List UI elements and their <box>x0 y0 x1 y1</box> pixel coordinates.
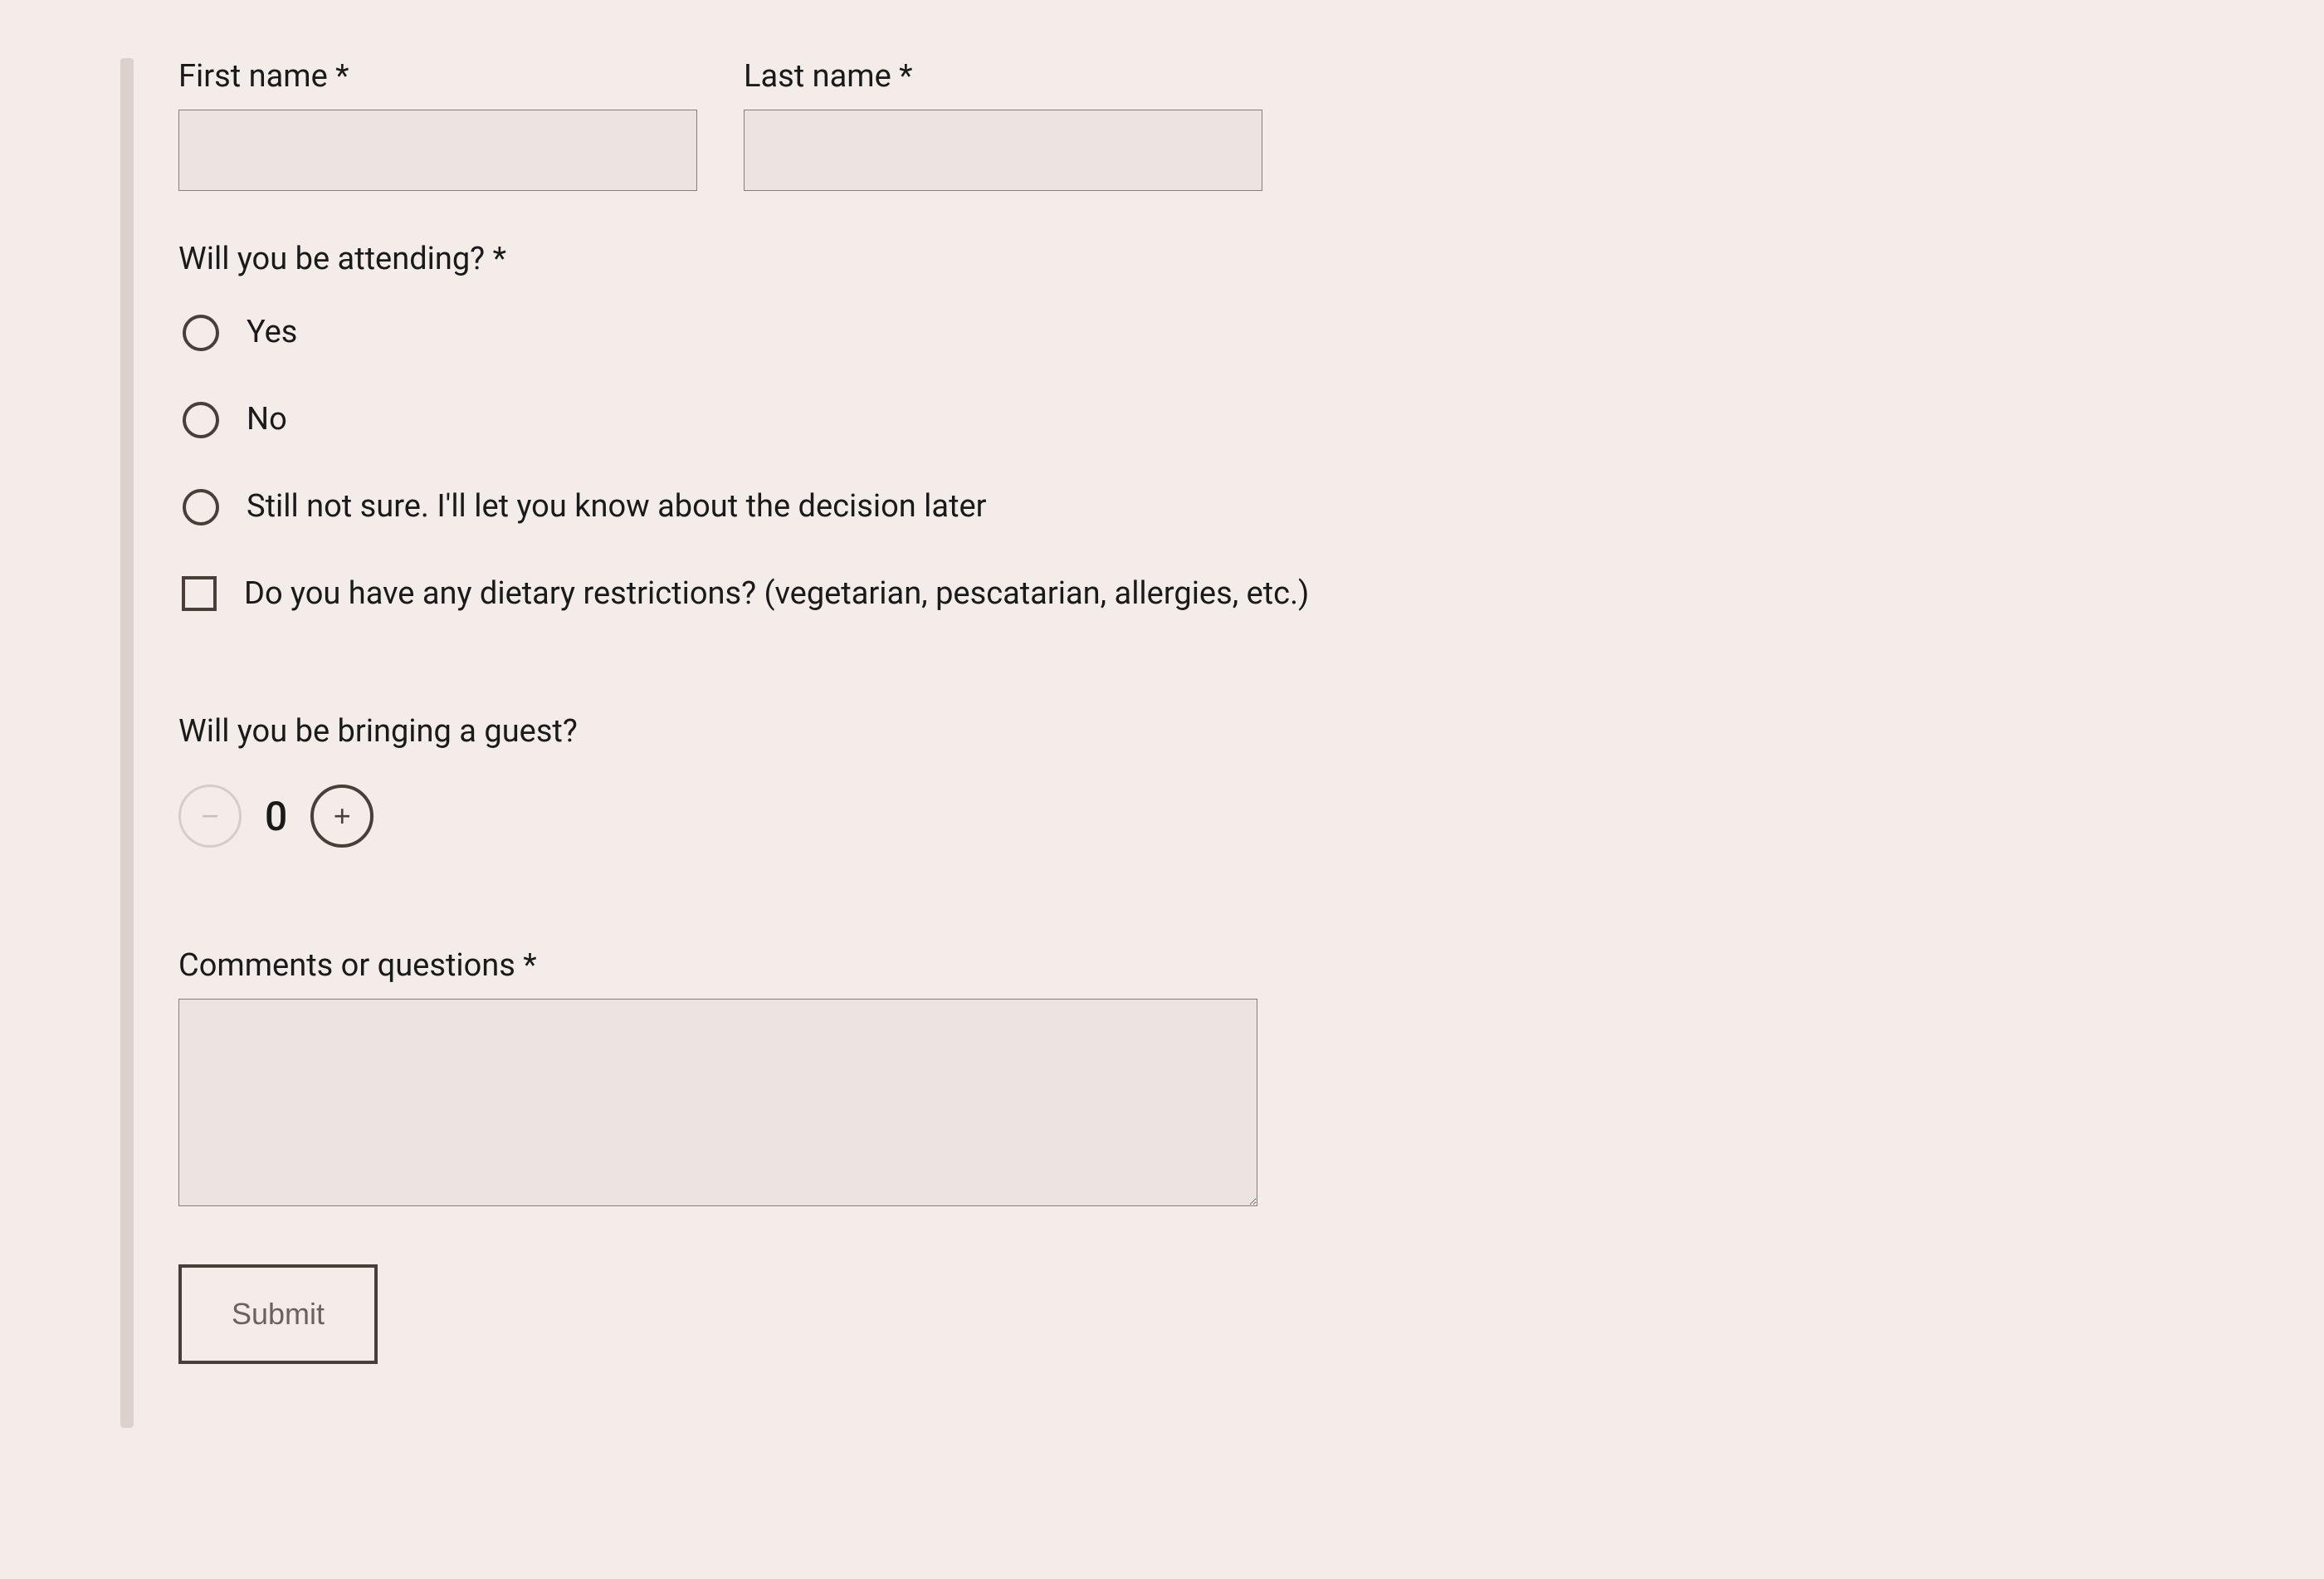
dietary-label: Do you have any dietary restrictions? (v… <box>244 575 1309 612</box>
name-row: First name * Last name * <box>178 58 2324 191</box>
first-name-label: First name * <box>178 58 697 95</box>
attending-section: Will you be attending? * Yes No Still no… <box>178 241 2324 526</box>
plus-icon: + <box>334 799 351 833</box>
submit-button[interactable]: Submit <box>178 1264 378 1364</box>
dietary-checkbox[interactable] <box>182 576 217 611</box>
guest-stepper: − 0 + <box>178 785 2324 848</box>
guest-decrement-button[interactable]: − <box>178 785 242 848</box>
attending-radio-yes[interactable] <box>183 315 219 351</box>
last-name-group: Last name * <box>744 58 1262 191</box>
guest-section: Will you be bringing a guest? − 0 + <box>178 713 2324 848</box>
guest-increment-button[interactable]: + <box>310 785 374 848</box>
last-name-input[interactable] <box>744 110 1262 191</box>
comments-label: Comments or questions * <box>178 947 2324 984</box>
guest-label: Will you be bringing a guest? <box>178 713 2324 750</box>
first-name-group: First name * <box>178 58 697 191</box>
minus-icon: − <box>201 799 218 833</box>
first-name-input[interactable] <box>178 110 697 191</box>
last-name-label: Last name * <box>744 58 1262 95</box>
attending-radio-unsure[interactable] <box>183 489 219 526</box>
attending-radio-no[interactable] <box>183 402 219 438</box>
attending-option-no-label: No <box>247 401 287 438</box>
comments-textarea[interactable] <box>178 999 1257 1206</box>
dietary-row: Do you have any dietary restrictions? (v… <box>178 574 2324 614</box>
comments-section: Comments or questions * <box>178 947 2324 1206</box>
attending-option-unsure-row: Still not sure. I'll let you know about … <box>178 486 2324 526</box>
attending-option-yes-row: Yes <box>178 312 2324 351</box>
form-accent-bar <box>120 58 134 1428</box>
guest-count-value: 0 <box>265 793 287 840</box>
attending-option-yes-label: Yes <box>247 314 297 350</box>
attending-option-no-row: No <box>178 399 2324 438</box>
attending-label: Will you be attending? * <box>178 241 2324 277</box>
attending-option-unsure-label: Still not sure. I'll let you know about … <box>247 488 987 525</box>
rsvp-form: First name * Last name * Will you be att… <box>120 58 2324 1364</box>
